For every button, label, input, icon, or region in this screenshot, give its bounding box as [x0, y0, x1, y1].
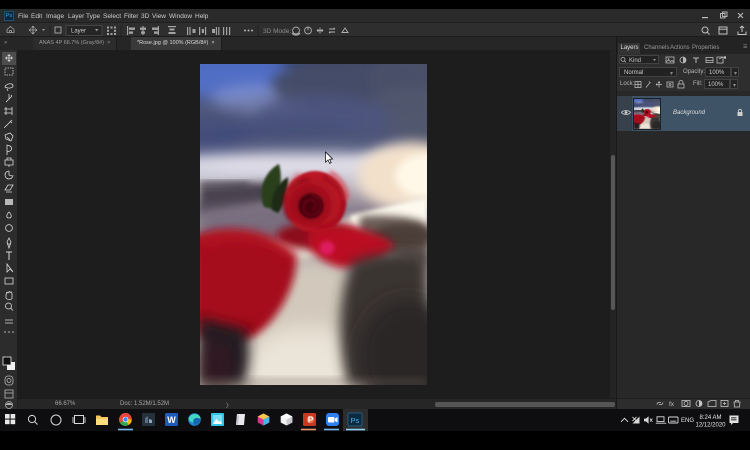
- svg-text:3D Mode:: 3D Mode:: [263, 28, 291, 35]
- svg-text:fx: fx: [669, 401, 675, 408]
- svg-text:W: W: [167, 415, 176, 425]
- svg-text:ENG: ENG: [681, 418, 694, 424]
- svg-text:Ps: Ps: [351, 416, 360, 425]
- svg-text:Kind: Kind: [629, 58, 641, 64]
- svg-text:8:24 AM: 8:24 AM: [699, 415, 721, 421]
- svg-text:Layer: Layer: [71, 29, 86, 35]
- svg-text:12/12/2020: 12/12/2020: [695, 422, 726, 428]
- svg-text:P: P: [308, 415, 314, 425]
